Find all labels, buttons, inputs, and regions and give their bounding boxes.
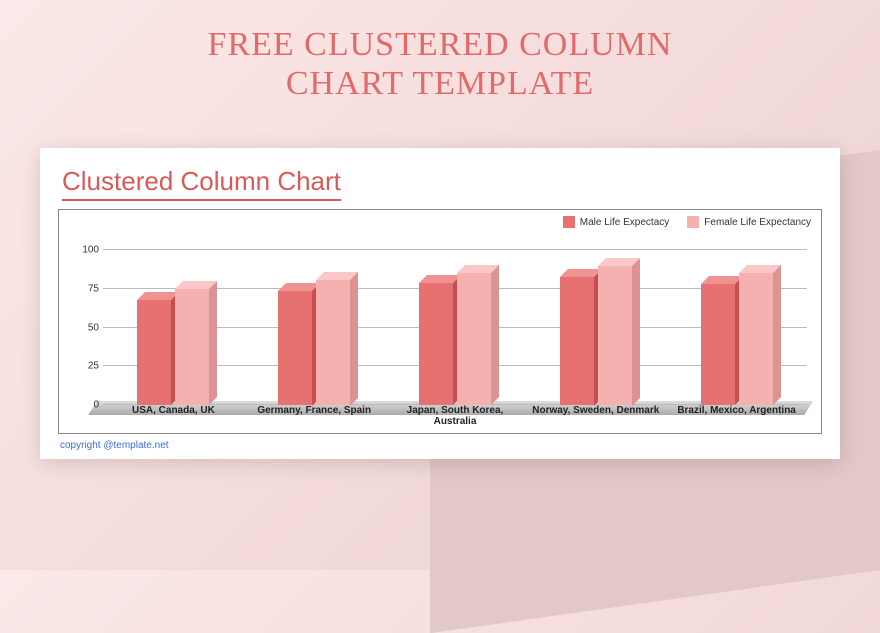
bar-female <box>739 273 773 405</box>
bar-cluster <box>254 280 374 406</box>
x-axis-label: Brazil, Mexico, Argentina <box>666 405 807 427</box>
x-axis-label: Japan, South Korea, Australia <box>385 405 526 427</box>
bar-cluster <box>395 273 515 405</box>
legend: Male Life Expectacy Female Life Expectan… <box>563 216 811 228</box>
bar-male <box>419 283 453 405</box>
chart-frame: Male Life Expectacy Female Life Expectan… <box>58 209 822 434</box>
bar-female <box>457 273 491 405</box>
x-axis-label: Germany, France, Spain <box>244 405 385 427</box>
bar-female <box>316 280 350 406</box>
chart-title: Clustered Column Chart <box>62 166 341 201</box>
bar-male <box>701 284 735 405</box>
x-axis-labels: USA, Canada, UKGermany, France, SpainJap… <box>103 405 807 427</box>
grid-line <box>103 249 807 250</box>
legend-item-female: Female Life Expectancy <box>687 216 811 228</box>
legend-swatch-male <box>563 216 575 228</box>
y-tick-label: 50 <box>71 322 99 333</box>
bar-cluster <box>536 266 656 406</box>
x-axis-label: Norway, Sweden, Denmark <box>525 405 666 427</box>
y-tick-label: 100 <box>71 245 99 256</box>
bar-cluster <box>114 289 234 405</box>
x-axis-label: USA, Canada, UK <box>103 405 244 427</box>
legend-label-female: Female Life Expectancy <box>704 217 811 228</box>
bar-female <box>598 266 632 406</box>
y-tick-label: 75 <box>71 283 99 294</box>
page-title: FREE CLUSTERED COLUMN CHART TEMPLATE <box>0 0 880 103</box>
y-tick-label: 25 <box>71 361 99 372</box>
legend-swatch-female <box>687 216 699 228</box>
legend-item-male: Male Life Expectacy <box>563 216 670 228</box>
bar-male <box>137 300 171 405</box>
page-title-line1: FREE CLUSTERED COLUMN <box>208 26 673 63</box>
copyright-text: copyright @template.net <box>58 434 822 451</box>
bar-male <box>560 277 594 406</box>
bar-female <box>175 289 209 405</box>
bar-male <box>278 291 312 406</box>
y-tick-label: 0 <box>71 400 99 411</box>
chart-card: Clustered Column Chart Male Life Expecta… <box>40 148 840 459</box>
bar-cluster <box>677 273 797 405</box>
plot-area: 0255075100 <box>103 250 807 405</box>
legend-label-male: Male Life Expectacy <box>580 217 670 228</box>
page-title-line2: CHART TEMPLATE <box>286 65 594 102</box>
